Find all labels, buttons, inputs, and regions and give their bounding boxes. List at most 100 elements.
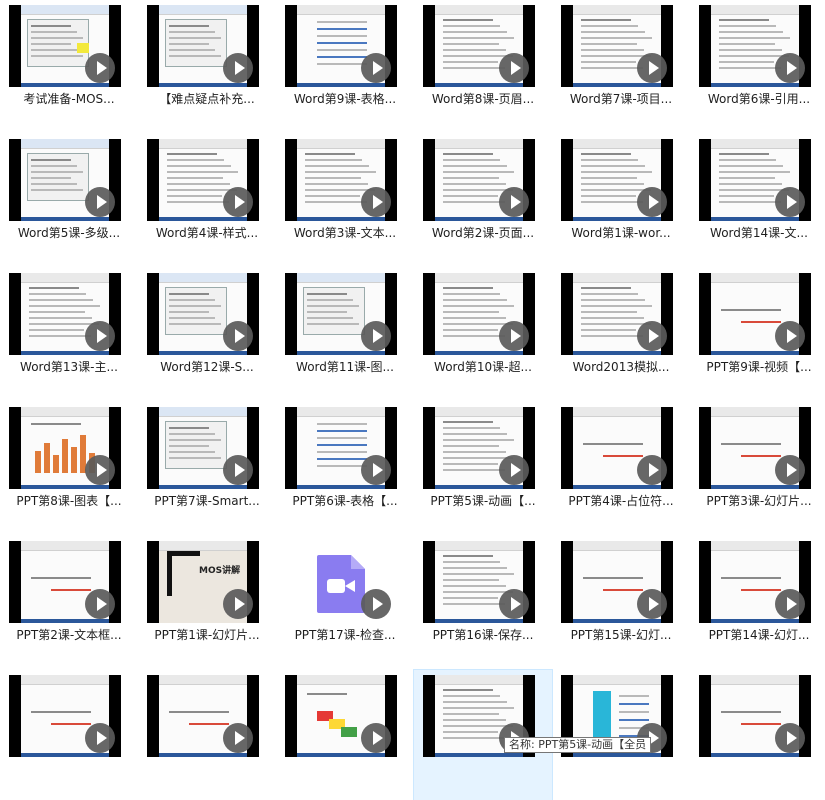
play-icon[interactable] [775,589,805,619]
play-icon[interactable] [637,321,667,351]
text-line [719,37,790,39]
play-icon[interactable] [637,589,667,619]
video-tile[interactable] [413,669,553,800]
status-bar [711,485,799,489]
play-icon[interactable] [85,321,115,351]
video-tile[interactable]: Word第13课-主... [0,268,138,398]
play-icon[interactable] [637,187,667,217]
video-tile[interactable]: PPT第8课-图表【... [0,402,138,532]
play-icon[interactable] [223,187,253,217]
play-icon[interactable] [775,53,805,83]
video-tile[interactable] [138,670,276,800]
text-line [443,153,493,155]
video-title: Word第12课-S... [160,360,254,374]
play-icon[interactable] [499,589,529,619]
text-line [719,159,776,161]
play-icon[interactable] [637,455,667,485]
text-line [31,37,83,39]
video-tile[interactable]: PPT第16课-保存... [414,536,552,666]
text-line [581,195,636,197]
video-tile[interactable]: Word第8课-页眉... [414,0,552,130]
video-tile[interactable]: PPT第15课-幻灯... [552,536,690,666]
video-tile[interactable]: Word第9课-表格... [276,0,414,130]
highlight-note [77,43,89,53]
video-tile[interactable] [690,670,825,800]
text-line [169,305,221,307]
play-icon[interactable] [775,455,805,485]
video-tile[interactable]: Word2013模拟... [552,268,690,398]
play-icon[interactable] [85,589,115,619]
video-tile[interactable] [0,670,138,800]
video-tile[interactable]: Word第1课-wor... [552,134,690,264]
play-icon[interactable] [637,53,667,83]
video-thumbnail: MOS讲解 [147,541,259,623]
video-tile[interactable]: Word第2课-页面... [414,134,552,264]
video-thumbnail [561,541,673,623]
play-icon[interactable] [775,321,805,351]
play-icon[interactable] [499,321,529,351]
text-line [29,299,93,301]
video-tile[interactable]: Word第12课-S... [138,268,276,398]
text-line [741,321,781,323]
video-tile[interactable]: Word第7课-项目... [552,0,690,130]
logo-text: MOS讲解 [199,566,241,576]
play-icon[interactable] [499,455,529,485]
video-tile[interactable]: PPT第17课-检查... [276,536,414,666]
status-bar [711,83,799,87]
play-icon[interactable] [361,187,391,217]
text-line [719,49,782,51]
play-icon[interactable] [223,321,253,351]
video-title: PPT第15课-幻灯... [570,628,672,642]
text-line [317,49,367,51]
ribbon [435,541,523,551]
video-tile[interactable]: Word第3课-文本... [276,134,414,264]
text-line [169,451,215,453]
play-icon[interactable] [361,589,391,619]
video-tile[interactable] [552,670,690,800]
text-line [169,439,221,441]
play-icon[interactable] [361,53,391,83]
text-line [167,171,238,173]
text-line [31,49,77,51]
play-icon[interactable] [223,455,253,485]
play-icon[interactable] [775,187,805,217]
ribbon [159,139,247,149]
text-line [29,293,86,295]
video-tile[interactable] [276,670,414,800]
ribbon [711,5,799,15]
play-icon[interactable] [85,455,115,485]
text-line [721,711,781,713]
play-icon[interactable] [223,53,253,83]
text-line [443,201,505,203]
video-tile[interactable]: 【难点疑点补充... [138,0,276,130]
video-tile[interactable]: Word第14课-文... [690,134,825,264]
video-tile[interactable]: PPT第9课-视频【... [690,268,825,398]
video-tile[interactable]: PPT第4课-占位符... [552,402,690,532]
text-line [719,153,769,155]
text-line [443,43,499,45]
video-tile[interactable]: Word第5课-多级... [0,134,138,264]
video-tile[interactable]: PPT第6课-表格【... [276,402,414,532]
play-icon[interactable] [499,187,529,217]
video-thumbnail [147,407,259,489]
video-tile[interactable]: Word第4课-样式... [138,134,276,264]
status-bar [159,753,247,757]
play-icon[interactable] [85,187,115,217]
video-tile[interactable]: Word第6课-引用... [690,0,825,130]
play-icon[interactable] [85,53,115,83]
play-icon[interactable] [499,53,529,83]
video-tile[interactable]: PPT第14课-幻灯... [690,536,825,666]
video-tile[interactable]: 考试准备-MOS... [0,0,138,130]
text-line [305,153,355,155]
video-tile[interactable]: PPT第2课-文本框... [0,536,138,666]
play-icon[interactable] [223,589,253,619]
play-icon[interactable] [361,455,391,485]
video-tile[interactable]: MOS讲解 PPT第1课-幻灯片... [138,536,276,666]
video-tile[interactable]: Word第10课-超... [414,268,552,398]
video-tile[interactable]: PPT第5课-动画【... [414,402,552,532]
video-tile[interactable]: Word第11课-图... [276,268,414,398]
play-icon[interactable] [361,321,391,351]
video-tile[interactable]: PPT第3课-幻灯片... [690,402,825,532]
video-tile[interactable]: PPT第7课-Smart... [138,402,276,532]
text-line [719,61,774,63]
